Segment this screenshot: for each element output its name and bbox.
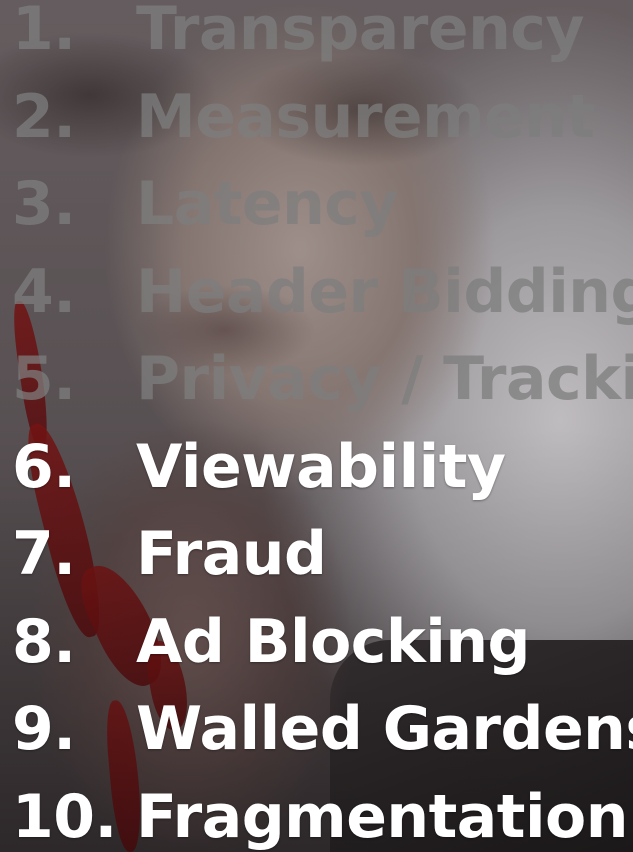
item-label: Header Bidding <box>136 256 633 327</box>
item-number: 10. <box>12 781 117 852</box>
list-item: 2. Measurement <box>12 74 633 162</box>
item-number: 5. <box>12 344 76 414</box>
item-number: 1. <box>12 0 76 64</box>
list-item: 6. Viewability <box>12 424 633 512</box>
item-number: 4. <box>12 256 76 327</box>
slide: 1. Transparency 2. Measurement 3. Latenc… <box>0 0 633 852</box>
item-label: Fraud <box>136 519 327 589</box>
list-item: 3. Latency <box>12 161 633 249</box>
list-item: 4. Header Bidding <box>12 249 633 337</box>
list-item: 9. Walled Gardens <box>12 686 633 774</box>
list-item: 1. Transparency <box>12 0 633 74</box>
item-label: Latency <box>136 169 399 239</box>
item-number: 2. <box>12 81 76 152</box>
item-number: 9. <box>12 694 76 764</box>
list-item: 10. Fragmentation <box>12 774 633 852</box>
item-number: 8. <box>12 606 76 677</box>
list-item: 7. Fraud <box>12 511 633 599</box>
list-item: 8. Ad Blocking <box>12 599 633 687</box>
item-number: 6. <box>12 431 76 502</box>
item-number: 7. <box>12 519 76 589</box>
item-label: Measurement <box>136 81 595 152</box>
issues-list: 1. Transparency 2. Measurement 3. Latenc… <box>12 0 633 852</box>
list-item: 5. Privacy / Tracking <box>12 336 633 424</box>
item-label: Transparency <box>136 0 584 64</box>
item-label: Fragmentation <box>136 781 628 852</box>
item-number: 3. <box>12 169 76 239</box>
item-label: Privacy / Tracking <box>136 344 633 414</box>
item-label: Viewability <box>136 431 506 502</box>
item-label: Walled Gardens <box>136 694 633 764</box>
item-label: Ad Blocking <box>136 606 531 677</box>
